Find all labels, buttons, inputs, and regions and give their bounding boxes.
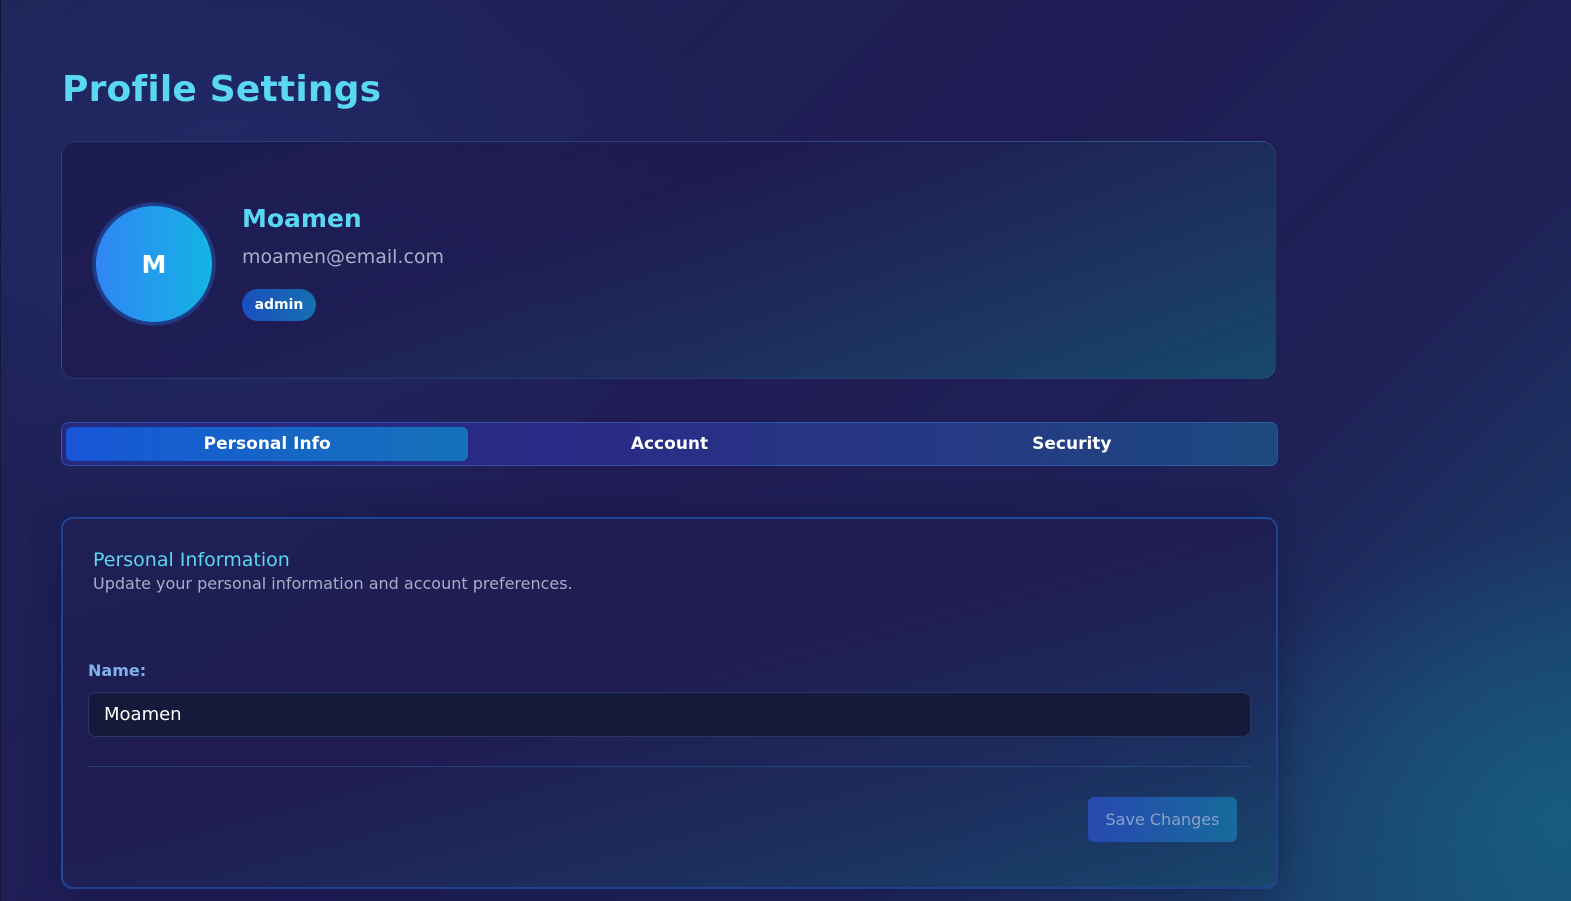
tab-account[interactable]: Account	[468, 427, 870, 461]
name-label: Name:	[88, 661, 147, 680]
profile-name: Moamen	[242, 204, 362, 233]
tab-security[interactable]: Security	[871, 427, 1273, 461]
tab-personal-info[interactable]: Personal Info	[66, 427, 469, 461]
section-subtitle: Update your personal information and acc…	[93, 574, 573, 593]
name-input[interactable]	[88, 692, 1251, 737]
window-edge	[0, 0, 1, 901]
section-title: Personal Information	[93, 549, 290, 571]
personal-info-card: Personal Information Update your persona…	[61, 517, 1278, 889]
page-title: Profile Settings	[62, 69, 382, 110]
divider	[88, 766, 1251, 767]
profile-email: moamen@email.com	[242, 246, 445, 268]
role-badge: admin	[242, 289, 316, 321]
save-changes-button[interactable]: Save Changes	[1088, 797, 1237, 842]
profile-card: M Moamen moamen@email.com admin	[61, 141, 1276, 379]
settings-tabs: Personal Info Account Security	[61, 422, 1278, 466]
avatar: M	[93, 203, 215, 325]
